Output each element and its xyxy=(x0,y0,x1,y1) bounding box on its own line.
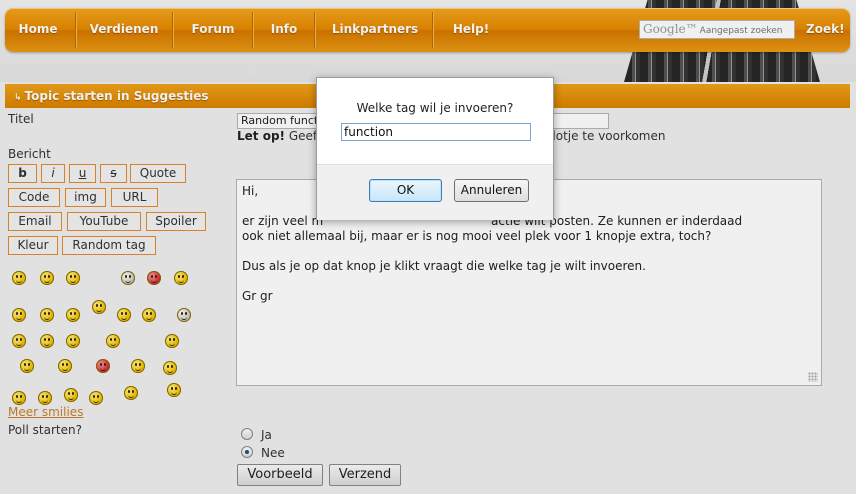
modal-overlay xyxy=(0,0,856,494)
dialog-input[interactable]: function xyxy=(341,123,531,141)
page: Home Verdienen Forum Info Linkpartners H… xyxy=(0,0,856,494)
prompt-dialog: Welke tag wil je invoeren? function OK A… xyxy=(316,77,554,220)
cancel-button[interactable]: Annuleren xyxy=(454,179,529,202)
ok-button[interactable]: OK xyxy=(369,179,442,202)
dialog-footer: OK Annuleren xyxy=(317,164,553,220)
dialog-message: Welke tag wil je invoeren? xyxy=(356,101,514,115)
